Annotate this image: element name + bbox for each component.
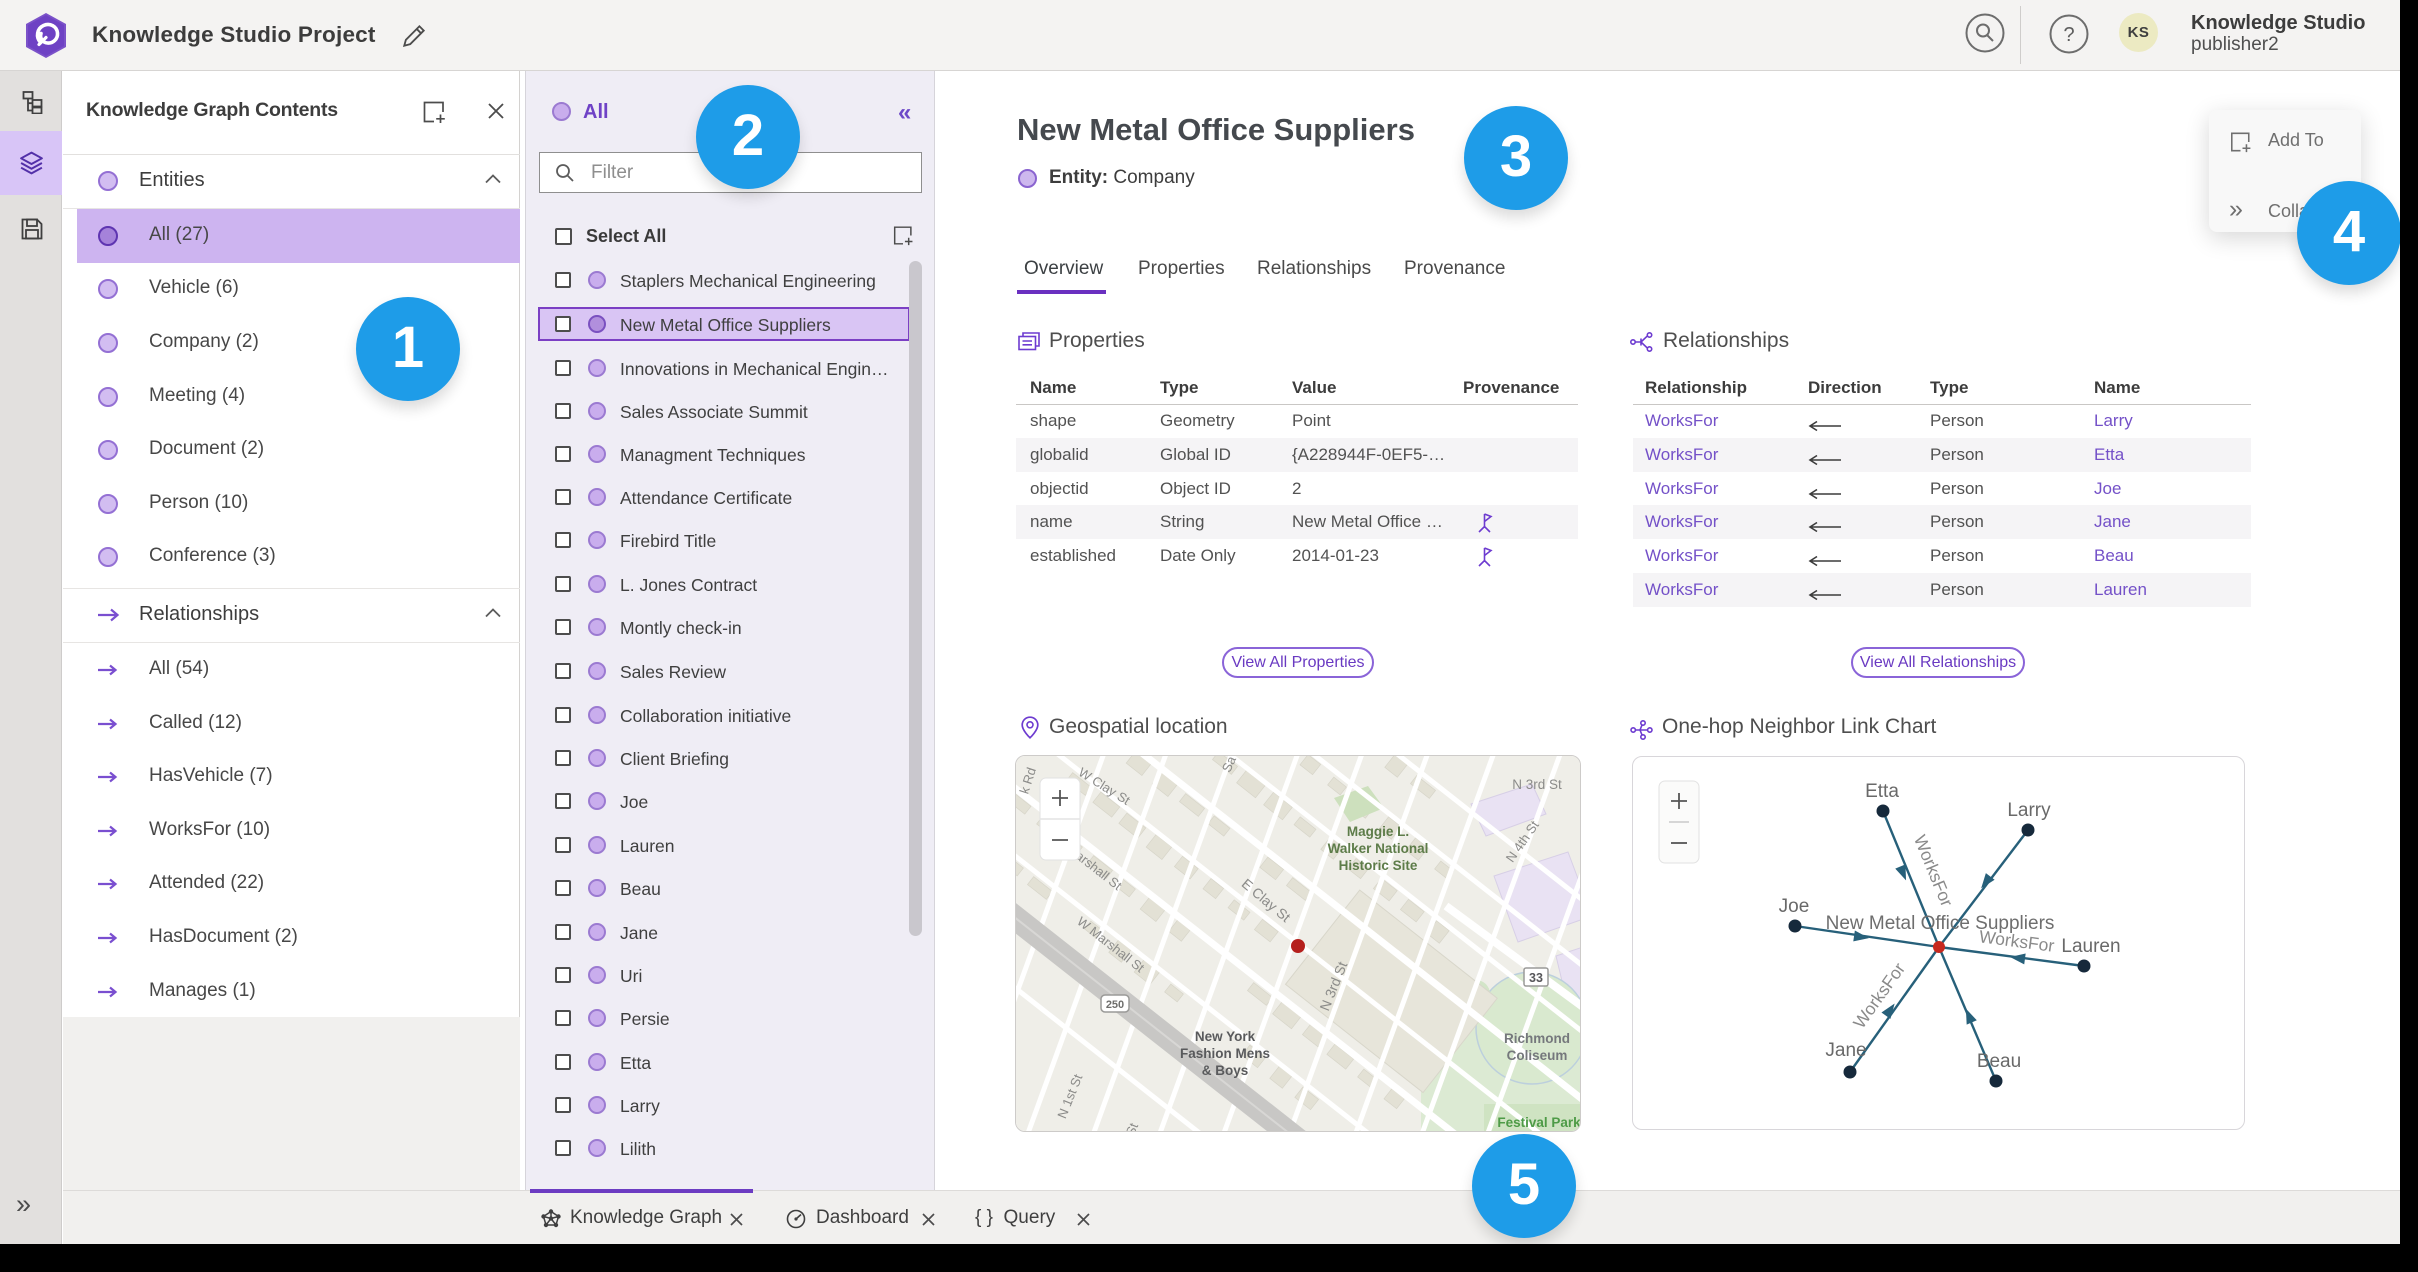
svg-text:Larry: Larry xyxy=(2007,800,2051,821)
svg-text:Jane: Jane xyxy=(1825,1040,1866,1061)
svg-text:Fashion Mens: Fashion Mens xyxy=(1180,1046,1270,1061)
svg-text:33: 33 xyxy=(1529,971,1543,985)
svg-text:N 3rd St: N 3rd St xyxy=(1512,777,1562,792)
svg-text:250: 250 xyxy=(1106,999,1124,1011)
svg-text:Maggie L.: Maggie L. xyxy=(1347,824,1409,839)
svg-text:Historic Site: Historic Site xyxy=(1339,858,1418,873)
svg-text:& Boys: & Boys xyxy=(1202,1063,1249,1078)
svg-text:Festival Park: Festival Park xyxy=(1497,1115,1581,1130)
svg-text:Coliseum: Coliseum xyxy=(1507,1048,1568,1063)
svg-text:Walker National: Walker National xyxy=(1328,841,1429,856)
svg-text:Richmond: Richmond xyxy=(1504,1031,1570,1046)
svg-text:WorksFor: WorksFor xyxy=(1849,959,1909,1032)
svg-text:Lauren: Lauren xyxy=(2061,936,2120,957)
svg-text:WorksFor: WorksFor xyxy=(1910,832,1957,910)
svg-text:?: ? xyxy=(2063,24,2074,46)
svg-text:Beau: Beau xyxy=(1977,1051,2021,1072)
svg-text:New York: New York xyxy=(1195,1029,1256,1044)
svg-text:Etta: Etta xyxy=(1865,781,1899,802)
svg-text:Joe: Joe xyxy=(1779,896,1810,917)
